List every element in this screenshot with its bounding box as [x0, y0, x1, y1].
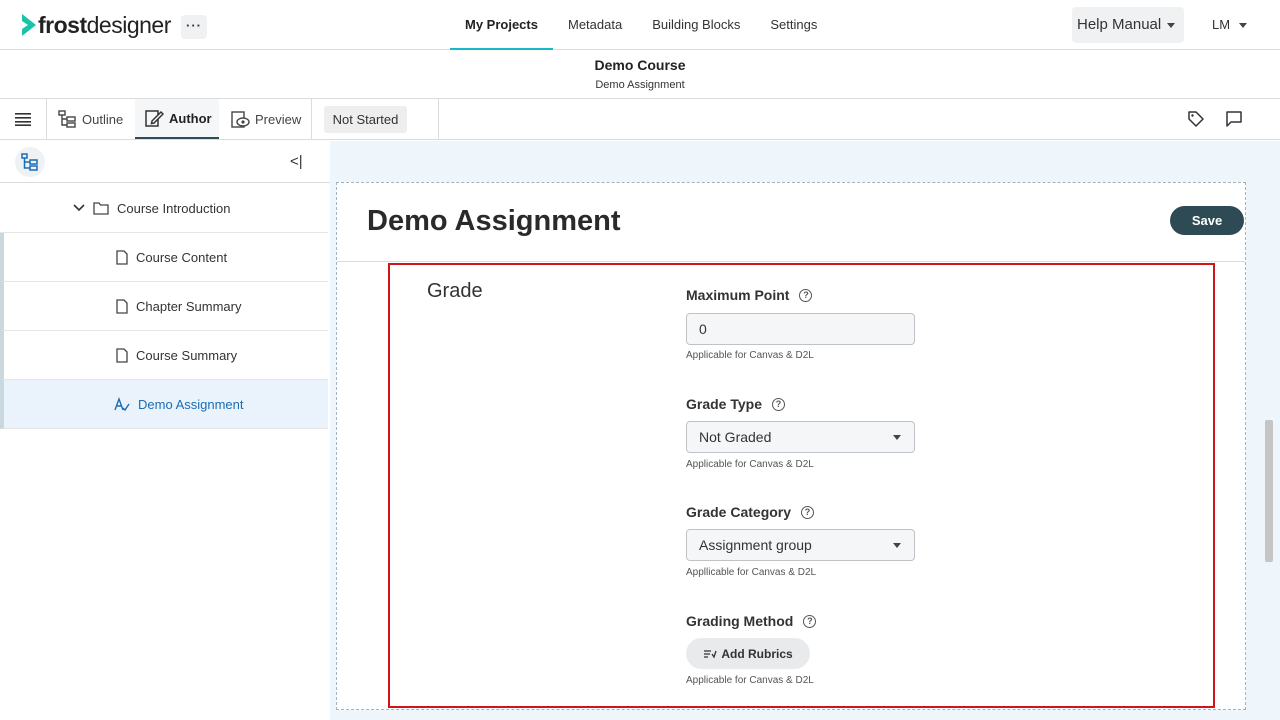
tab-author-label: Author: [169, 110, 212, 126]
author-icon: [145, 110, 164, 127]
grade-category-hint: Appllicable for Canvas & D2L: [686, 567, 817, 578]
chevron-down-icon: [1167, 22, 1176, 28]
add-rubrics-label: Add Rubrics: [721, 646, 793, 661]
page-icon: [116, 249, 128, 265]
rubric-icon: [704, 649, 717, 658]
chevron-down-icon: [893, 435, 901, 440]
grading-method-label-text: Grading Method: [686, 613, 794, 629]
course-header: Demo Course Demo Assignment: [0, 50, 1280, 99]
sidebar-item-chapter-summary[interactable]: Chapter Summary: [0, 282, 328, 331]
assignment-icon: [114, 396, 130, 411]
page-icon: [116, 347, 128, 363]
help-icon[interactable]: ?: [799, 288, 813, 302]
chevron-down-icon: [73, 204, 85, 212]
status-badge[interactable]: Not Started: [324, 106, 407, 133]
grade-category-select[interactable]: Assignment group: [686, 529, 915, 561]
menu-toggle-button[interactable]: [0, 99, 47, 139]
outline-sidebar: <| Course Introduction Course Content Ch…: [0, 141, 330, 720]
max-point-input[interactable]: 0: [686, 313, 915, 345]
grading-method-hint: Applicable for Canvas & D2L: [686, 675, 814, 686]
divider: [337, 261, 1245, 262]
comment-icon[interactable]: [1224, 109, 1244, 129]
sidebar-header: <|: [0, 141, 330, 183]
tab-preview[interactable]: Preview: [221, 99, 311, 139]
sidebar-item-label: Chapter Summary: [136, 298, 242, 314]
grade-section-label: Grade: [427, 280, 483, 302]
help-icon[interactable]: ?: [772, 397, 785, 411]
scrollbar-thumb[interactable]: [1265, 420, 1273, 562]
help-icon[interactable]: ?: [803, 614, 817, 628]
collapse-sidebar-button[interactable]: <|: [290, 153, 303, 170]
grade-category-value: Assignment group: [699, 537, 812, 553]
max-point-label-text: Maximum Point: [686, 287, 790, 303]
logo-text: frostdesigner: [38, 12, 171, 38]
grade-type-value: Not Graded: [699, 429, 772, 445]
sidebar-item-label: Demo Assignment: [138, 396, 244, 412]
max-point-hint: Applicable for Canvas & D2L: [686, 350, 814, 361]
user-initials: LM: [1212, 17, 1231, 32]
menu-icon: [15, 113, 31, 126]
tree-icon: [21, 153, 38, 171]
tab-author[interactable]: Author: [135, 99, 219, 139]
grade-type-label: Grade Type ?: [686, 396, 785, 412]
grade-type-hint: Applicable for Canvas & D2L: [686, 459, 814, 470]
more-options-button[interactable]: ···: [181, 15, 207, 39]
sidebar-item-course-summary[interactable]: Course Summary: [0, 331, 328, 380]
tab-preview-label: Preview: [255, 111, 302, 127]
help-icon[interactable]: ?: [801, 505, 815, 519]
sidebar-item-label: Course Introduction: [117, 200, 231, 216]
grading-method-label: Grading Method ?: [686, 613, 817, 629]
chevron-down-icon: [1239, 23, 1248, 29]
nav-building-blocks[interactable]: Building Blocks: [637, 0, 755, 50]
chevron-down-icon: [893, 543, 901, 548]
course-title: Demo Course: [594, 57, 686, 73]
nav-settings[interactable]: Settings: [755, 0, 832, 50]
logo-arrow-icon: [22, 14, 36, 36]
save-button[interactable]: Save: [1170, 206, 1244, 235]
max-point-label: Maximum Point ?: [686, 287, 813, 303]
add-rubrics-button[interactable]: Add Rubrics: [686, 638, 810, 669]
tree-view-button[interactable]: [15, 147, 45, 177]
grade-category-label-text: Grade Category: [686, 504, 792, 520]
page-title: Demo Assignment: [367, 205, 621, 237]
main-nav: My Projects Metadata Building Blocks Set…: [450, 0, 832, 50]
grade-type-select[interactable]: Not Graded: [686, 421, 915, 453]
toolbar-divider: [438, 99, 439, 139]
tab-outline[interactable]: Outline: [48, 99, 134, 139]
editor-toolbar: Outline Author Preview: [0, 99, 1280, 140]
sidebar-item-label: Course Content: [136, 249, 228, 265]
nav-metadata[interactable]: Metadata: [553, 0, 637, 50]
page-icon: [116, 298, 128, 314]
sidebar-item-course-content[interactable]: Course Content: [0, 233, 328, 282]
tag-icon[interactable]: [1186, 109, 1206, 129]
sidebar-item-course-introduction[interactable]: Course Introduction: [0, 184, 328, 233]
sidebar-item-label: Course Summary: [136, 347, 238, 363]
course-subtitle: Demo Assignment: [595, 79, 685, 91]
preview-icon: [231, 111, 250, 128]
user-menu[interactable]: LM: [1212, 7, 1248, 43]
folder-icon: [93, 202, 109, 215]
help-manual-dropdown[interactable]: Help Manual: [1072, 7, 1184, 43]
outline-icon: [58, 110, 76, 128]
help-manual-label: Help Manual: [1077, 16, 1162, 33]
sidebar-item-demo-assignment[interactable]: Demo Assignment: [0, 380, 328, 429]
grade-type-label-text: Grade Type: [686, 396, 762, 412]
frost-designer-logo[interactable]: frostdesigner: [20, 12, 171, 38]
grade-category-label: Grade Category ?: [686, 504, 815, 520]
nav-my-projects[interactable]: My Projects: [450, 0, 553, 50]
tab-outline-label: Outline: [82, 111, 124, 127]
toolbar-divider: [311, 99, 312, 139]
top-navbar: frostdesigner ··· My Projects Metadata B…: [0, 0, 1280, 50]
